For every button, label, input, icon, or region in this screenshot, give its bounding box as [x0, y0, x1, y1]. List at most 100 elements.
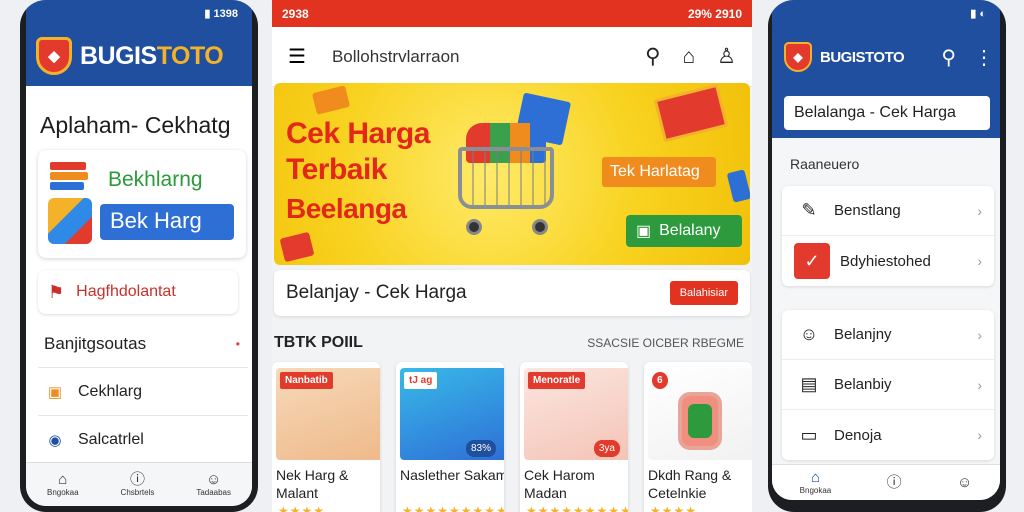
nav-info[interactable]: ⓘ Chsbrtels — [121, 471, 155, 498]
chevron-right-icon: › — [977, 376, 982, 393]
brand-logo: BUGISTOTO — [80, 41, 224, 70]
status-time: ▮ 1398 — [204, 7, 238, 20]
product-rating: ★★★★ — [278, 504, 326, 512]
list-item[interactable]: ◉ Salcatrlel — [38, 416, 248, 464]
price-check-button[interactable]: Bek Harg — [100, 204, 234, 240]
chevron-right-icon: › — [977, 326, 982, 343]
status-bar: ▮ 1398 — [26, 0, 252, 26]
nav-home[interactable]: ⌂ Bngokaa — [46, 471, 79, 498]
red-row-label: Hagfhdolantat — [76, 283, 176, 300]
cube-icon — [48, 198, 92, 244]
list-item-label: Denoja — [834, 426, 882, 444]
product-badge: Nanbatib — [280, 372, 333, 389]
search-button[interactable]: Balahisiar — [669, 281, 738, 305]
product-card[interactable]: Menoratle 3ya Cek Harom Madan ★★★★★★★★★ — [520, 362, 628, 512]
red-menu-row[interactable]: ⚑ Hagfhdolantat — [38, 270, 238, 314]
list-item[interactable]: ▤ Belanbiy › — [782, 360, 994, 410]
product-list: Nanbatib Nek Harg & Malant ★★★★ tJ ag 83… — [272, 362, 752, 512]
right-phone-screen: ▮ ◐ ◆ BUGISTOTO ⚲ ⋮ Belalanga - Cek Harg… — [772, 0, 1000, 500]
list-item[interactable]: ☺ Belanjny › — [782, 310, 994, 360]
bottom-nav: ⌂ Bngokaa ⓘ ☺ — [772, 464, 1000, 500]
dot-icon: • — [235, 336, 240, 351]
info-icon: ⓘ — [129, 471, 145, 488]
check-icon: ✓ — [794, 243, 830, 279]
list-item-label: Belanjny — [834, 326, 892, 343]
chevron-right-icon: › — [977, 253, 982, 269]
list-item-label: Cekhlarg — [78, 382, 143, 400]
top-bar: ☰ Bollohstrvlarraon ⚲ ⌂ ♙ — [272, 27, 752, 87]
nav-profile[interactable]: ☺ — [956, 473, 973, 491]
search-icon[interactable]: ⚲ — [941, 45, 956, 70]
status-icons: ▮ ◐ — [970, 7, 986, 20]
list-item-label: Benstlang — [834, 202, 901, 219]
product-name: Nek Harg & Malant — [276, 467, 349, 501]
product-name: Naslether Sakam — [400, 467, 504, 483]
list-item[interactable]: ▣ Cekhlarg — [38, 368, 248, 416]
shop-button[interactable]: ▣ Belalany — [626, 215, 742, 247]
logo-shield-icon: ◆ — [36, 37, 72, 75]
section-title: TBTK POIIL — [274, 334, 363, 351]
product-card[interactable]: Nanbatib Nek Harg & Malant ★★★★ — [272, 362, 380, 512]
list-item[interactable]: ✓ Bdyhiestohed › — [782, 236, 994, 286]
bag-icon[interactable]: ⌂ — [682, 45, 695, 69]
product-name: Cek Harom Madan — [524, 467, 595, 501]
list-item-label: Salcatrlel — [78, 430, 144, 448]
user-icon: ☺ — [956, 473, 973, 491]
section-header: TBTK POIIL SSACSIE OICBER RBEGME — [274, 334, 744, 352]
nav-label: Bngokaa — [46, 488, 79, 497]
nav-home[interactable]: ⌂ Bngokaa — [800, 469, 832, 496]
menu-card-2: ☺ Belanjny › ▤ Belanbiy › ▭ Denoja › — [782, 310, 994, 460]
feature-card: Bekhlarng Bek Harg — [38, 150, 246, 258]
smile-icon: ☺ — [799, 324, 819, 344]
menu-list: Banjitgsoutas • ▣ Cekhlarg ◉ Salcatrlel — [38, 320, 248, 464]
more-icon[interactable]: ⋮ — [974, 45, 994, 70]
chevron-right-icon: › — [977, 202, 982, 219]
package-decoration — [653, 83, 729, 143]
product-rating: ★★★★ — [650, 504, 698, 512]
menu-icon[interactable]: ☰ — [288, 44, 306, 69]
list-item[interactable]: ✎ Benstlang › — [782, 186, 994, 236]
circle-icon: ◉ — [48, 431, 62, 449]
search-icon[interactable]: ⚲ — [645, 44, 660, 69]
user-icon[interactable]: ♙ — [717, 44, 736, 69]
nav-profile[interactable]: ☺ Tadaabas — [196, 472, 231, 498]
product-card[interactable]: 6 Dkdh Rang & Cetelnkie ★★★★ — [644, 362, 752, 512]
banner-line-3: Beelanga — [286, 193, 407, 224]
logo-shield-icon: ◆ — [784, 42, 812, 72]
right-phone: ▮ ◐ ◆ BUGISTOTO ⚲ ⋮ Belalanga - Cek Harg… — [768, 0, 1006, 512]
home-icon: ⌂ — [58, 471, 68, 488]
banner-line-1: Cek Harga — [286, 117, 430, 150]
section-title: Raaneuero — [790, 156, 860, 172]
section-link[interactable]: SSACSIE OICBER RBEGME — [587, 336, 744, 350]
product-name: Dkdh Rang & Cetelnkie — [648, 467, 732, 501]
bottom-nav: ⌂ Bngokaa ⓘ Chsbrtels ☺ Tadaabas — [26, 462, 252, 506]
status-battery: 29% 2910 — [687, 6, 742, 21]
banner-tag: Tek Harlatag — [602, 157, 716, 187]
list-item[interactable]: ▭ Denoja › — [782, 410, 994, 460]
product-badge: 6 — [652, 372, 668, 389]
page-title: Aplaham- Cekhatg — [40, 112, 231, 138]
nav-info[interactable]: ⓘ — [887, 474, 902, 491]
list-item-label: Banjitgsoutas — [44, 333, 147, 353]
page-title: Bollohstrvlarraon — [331, 46, 460, 66]
left-phone-screen: ▮ 1398 ◆ BUGISTOTO Aplaham- Cekhatg Bekh… — [26, 0, 252, 506]
promo-banner[interactable]: Cek Harga Terbaik Beelanga Tek Harlatag … — [274, 83, 750, 265]
feature-label[interactable]: Bekhlarng — [108, 168, 203, 192]
left-phone: ▮ 1398 ◆ BUGISTOTO Aplaham- Cekhatg Bekh… — [20, 0, 258, 512]
search-bar[interactable]: Belanjay - Cek Harga Balahisiar — [274, 270, 750, 316]
package-decoration — [726, 169, 750, 203]
product-rating: ★★★★★★★★★ — [402, 504, 504, 512]
brand-logo: BUGISTOTO — [820, 48, 905, 66]
list-item[interactable]: Banjitgsoutas • — [38, 320, 248, 368]
app-header: ◆ BUGISTOTO — [26, 26, 252, 86]
list-item-label: Bdyhiestohed — [840, 252, 931, 270]
product-badge: tJ ag — [404, 372, 438, 389]
package-decoration — [279, 231, 315, 263]
search-input[interactable]: Belalanga - Cek Harga — [784, 96, 990, 130]
status-bar: 2938 29% 2910 — [272, 0, 752, 27]
product-card[interactable]: tJ ag 83% Naslether Sakam ★★★★★★★★★ — [396, 362, 504, 512]
home-icon: ⌂ — [810, 469, 820, 486]
banner-line-2: Terbaik — [286, 153, 388, 186]
discount-badge: 3ya — [593, 440, 620, 457]
status-time: 2938 — [282, 6, 309, 21]
